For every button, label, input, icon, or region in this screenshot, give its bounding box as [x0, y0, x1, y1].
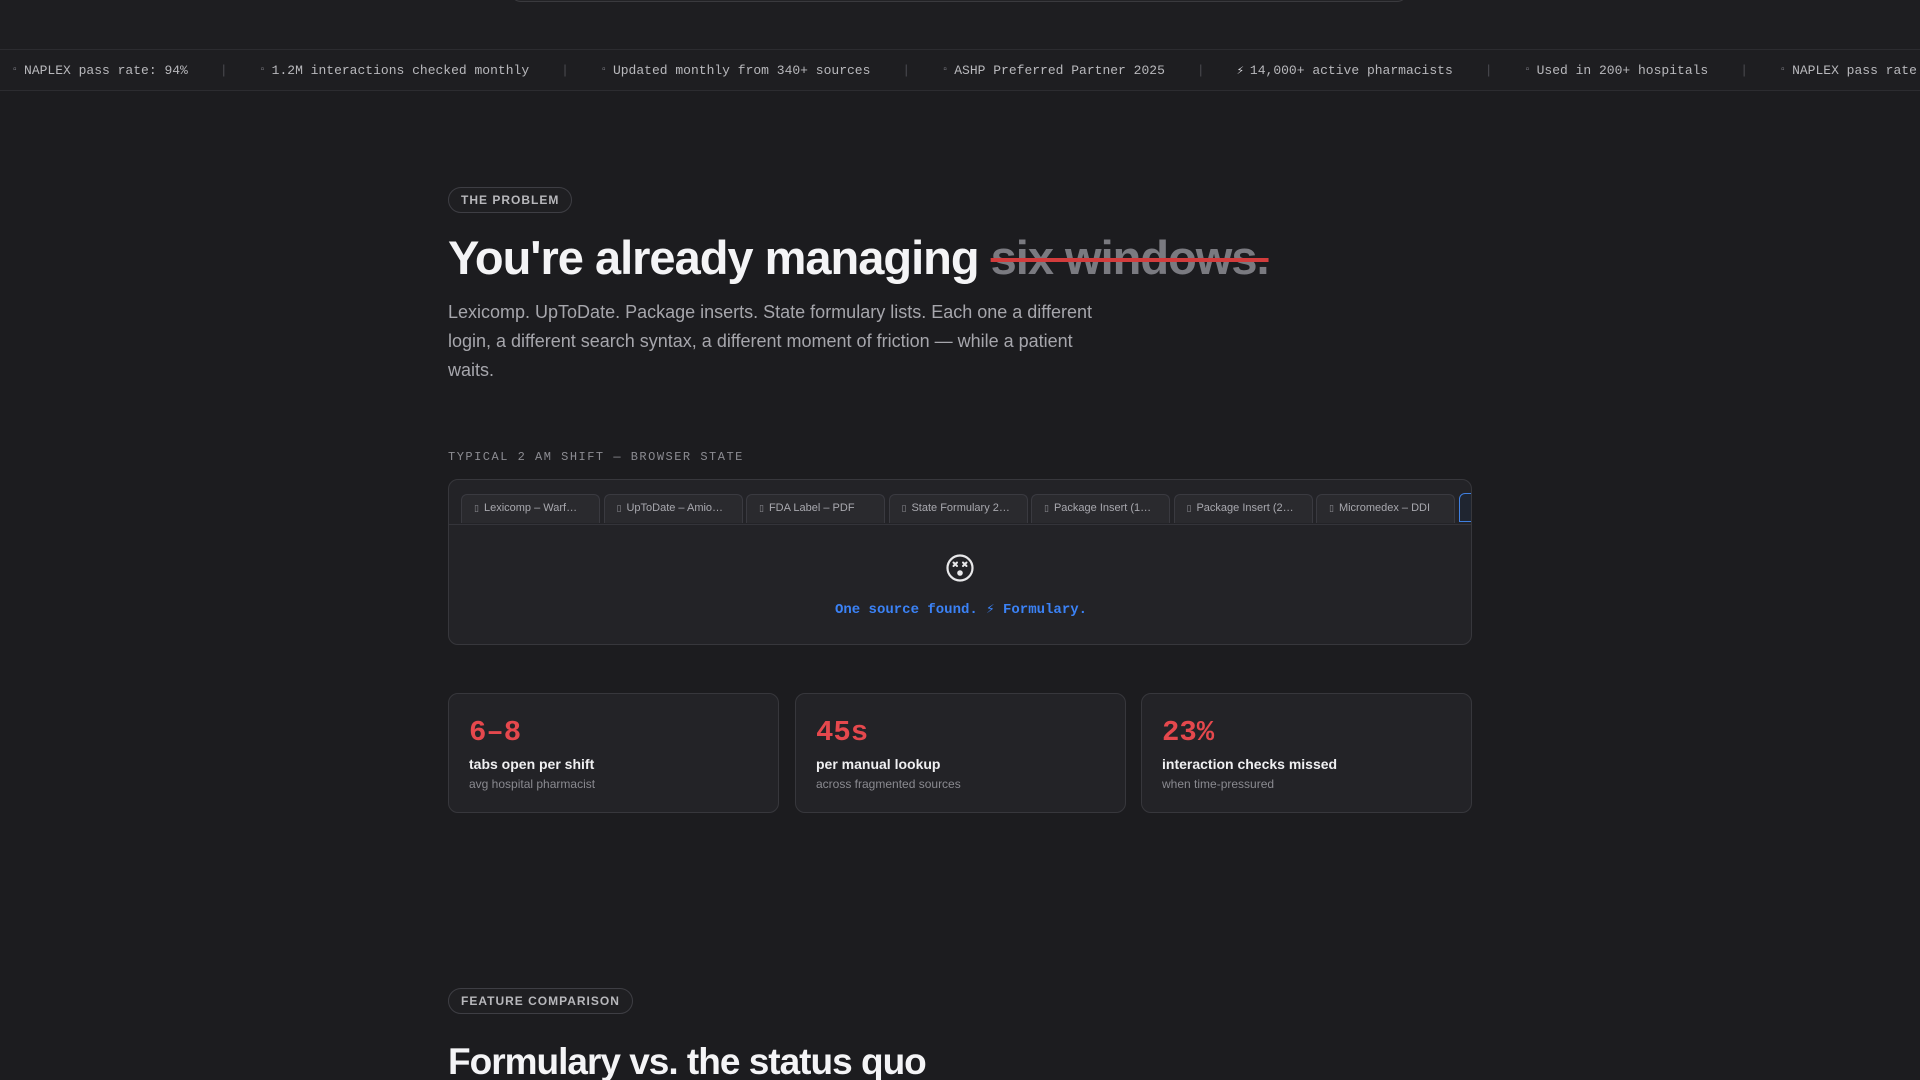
browser-body: One source found. ⚡ Formulary. — [449, 526, 1471, 644]
stat-value: 23% — [1162, 716, 1215, 749]
stat-sub: avg hospital pharmacist — [469, 777, 596, 791]
ticker-item: ⚡ 14,000+ active pharmacists — [1205, 63, 1485, 78]
top-navbar-area — [0, 0, 1920, 49]
square-icon: ▫ — [942, 64, 949, 76]
page-icon: ▯ — [1186, 503, 1192, 513]
ticker-item: ▫ 1.2M interactions checked monthly — [228, 63, 561, 78]
browser-tab[interactable]: ▯ Micromedex – DDI — [1316, 494, 1455, 523]
stat-card-missed: 23% interaction checks missed when time-… — [1141, 693, 1472, 813]
ticker-separator: | — [219, 62, 228, 78]
ticker-text: 1.2M interactions checked monthly — [271, 62, 530, 78]
ticker-text: NAPLEX pass rate: 94% — [24, 62, 188, 78]
stat-value: 45s — [816, 716, 869, 749]
ticker-separator: | — [1196, 62, 1205, 78]
browser-tab-label: UpToDate – Amio… — [626, 502, 724, 514]
stat-label: interaction checks missed — [1162, 756, 1338, 772]
browser-tab[interactable]: ▯ Lexicomp – Warf… — [461, 494, 600, 523]
browser-caption: TYPICAL 2 AM SHIFT — BROWSER STATE — [448, 450, 744, 464]
page-icon: ▯ — [1044, 503, 1049, 513]
stat-value: 6–8 — [469, 716, 522, 749]
square-icon: ▫ — [1780, 64, 1787, 76]
ticker-item: ▫ Used in 200+ hospitals — [1493, 63, 1741, 78]
problem-badge: THE PROBLEM — [448, 187, 573, 213]
browser-tab-label: Lexicomp – Warf… — [483, 502, 578, 514]
ticker-text: NAPLEX pass rate: 94% — [1792, 62, 1920, 78]
ticker-item: ▫ Updated monthly from 340+ sources — [569, 63, 902, 78]
square-icon: ▫ — [600, 64, 607, 76]
browser-mockup: ▯ Lexicomp – Warf… ▯ UpToDate – Amio… ▯ FDA L… — [448, 479, 1472, 645]
page-icon: ▯ — [901, 503, 907, 513]
bolt-icon: ⚡ — [1472, 501, 1473, 513]
stat-card-tabs: 6–8 tabs open per shift avg hospital pha… — [448, 693, 779, 813]
problem-lead: Lexicomp. UpToDate. Package inserts. Sta… — [448, 302, 1092, 380]
stat-sub: across fragmented sources — [816, 777, 961, 791]
comparison-badge: FEATURE COMPARISON — [448, 988, 633, 1014]
ticker-item: ▫ ASHP Preferred Partner 2025 — [910, 63, 1197, 78]
page-icon: ▯ — [759, 503, 764, 513]
comparison-headline: Formulary vs. the status quo — [448, 1041, 927, 1080]
browser-tab-label: FDA Label – PDF — [768, 502, 855, 514]
comparison-headline-wrap: Formulary vs. the status quo — [448, 1036, 1472, 1080]
browser-tab-active[interactable]: ⚡Formulary — [1458, 493, 1473, 522]
square-icon: ▫ — [12, 64, 19, 76]
problem-section: THE PROBLEM — [448, 187, 1472, 213]
browser-tab[interactable]: ▯ Package Insert (1… — [1031, 494, 1170, 523]
stat-label: tabs open per shift — [469, 756, 595, 772]
navbar-pill — [510, 0, 1408, 2]
page-icon: ▯ — [1329, 503, 1334, 513]
browser-caption-wrap: TYPICAL 2 AM SHIFT — BROWSER STATE — [448, 450, 1472, 464]
dizzy-face-icon — [946, 554, 974, 582]
stats-ticker: ▫ NAPLEX pass rate: 94% | ▫ 1.2M interaction… — [0, 49, 1920, 91]
browser-tab[interactable]: ▯ FDA Label – PDF — [746, 494, 885, 523]
ticker-text: Used in 200+ hospitals — [1536, 62, 1709, 78]
bolt-icon: ⚡ — [1236, 63, 1244, 78]
browser-tab-bar: ▯ Lexicomp – Warf… ▯ UpToDate – Amio… ▯ FDA L… — [449, 480, 1473, 525]
browser-tab-label: State Formulary 2… — [911, 502, 1010, 514]
browser-tab-label: Package Insert (2… — [1196, 502, 1294, 514]
ticker-text: 14,000+ active pharmacists — [1249, 62, 1453, 78]
comparison-badge-wrap: FEATURE COMPARISON — [448, 988, 1472, 1014]
page-icon: ▯ — [616, 503, 622, 513]
browser-tab-label: Micromedex – DDI — [1338, 502, 1431, 514]
square-icon: ▫ — [259, 64, 266, 76]
headline-strikethrough: six windows. — [990, 231, 1270, 284]
ticker-track: ▫ NAPLEX pass rate: 94% | ▫ 1.2M interaction… — [0, 50, 1920, 90]
ticker-text: Updated monthly from 340+ sources — [612, 62, 871, 78]
stat-card-lookup: 45s per manual lookup across fragmented … — [795, 693, 1126, 813]
browser-tab[interactable]: ▯ State Formulary 2… — [888, 494, 1028, 523]
stat-label: per manual lookup — [816, 756, 941, 772]
ticker-separator: | — [1484, 62, 1493, 78]
one-source-found-text: One source found. ⚡ Formulary. — [834, 602, 1088, 618]
browser-tab[interactable]: ▯ UpToDate – Amio… — [603, 494, 743, 523]
ticker-item: ▫ NAPLEX pass rate: 94% — [1748, 63, 1920, 78]
stat-sub: when time-pressured — [1162, 777, 1275, 791]
browser-tab-label: Package Insert (1… — [1053, 502, 1152, 514]
headline-text: You're already managing — [448, 231, 991, 284]
ticker-separator: | — [561, 62, 569, 78]
ticker-separator: | — [902, 62, 911, 78]
ticker-item: ▫ NAPLEX pass rate: 94% — [0, 63, 220, 78]
ticker-text: ASHP Preferred Partner 2025 — [954, 62, 1165, 78]
problem-lead-wrap: Lexicomp. UpToDate. Package inserts. Sta… — [448, 298, 1472, 385]
problem-headline: You're already managing six windows. — [448, 230, 1472, 286]
page-icon: ▯ — [474, 503, 479, 513]
square-icon: ▫ — [1524, 64, 1531, 76]
browser-tab[interactable]: ▯ Package Insert (2… — [1173, 494, 1313, 523]
ticker-separator: | — [1740, 62, 1749, 78]
problem-headline-wrap: You're already managing six windows. — [448, 230, 1472, 286]
